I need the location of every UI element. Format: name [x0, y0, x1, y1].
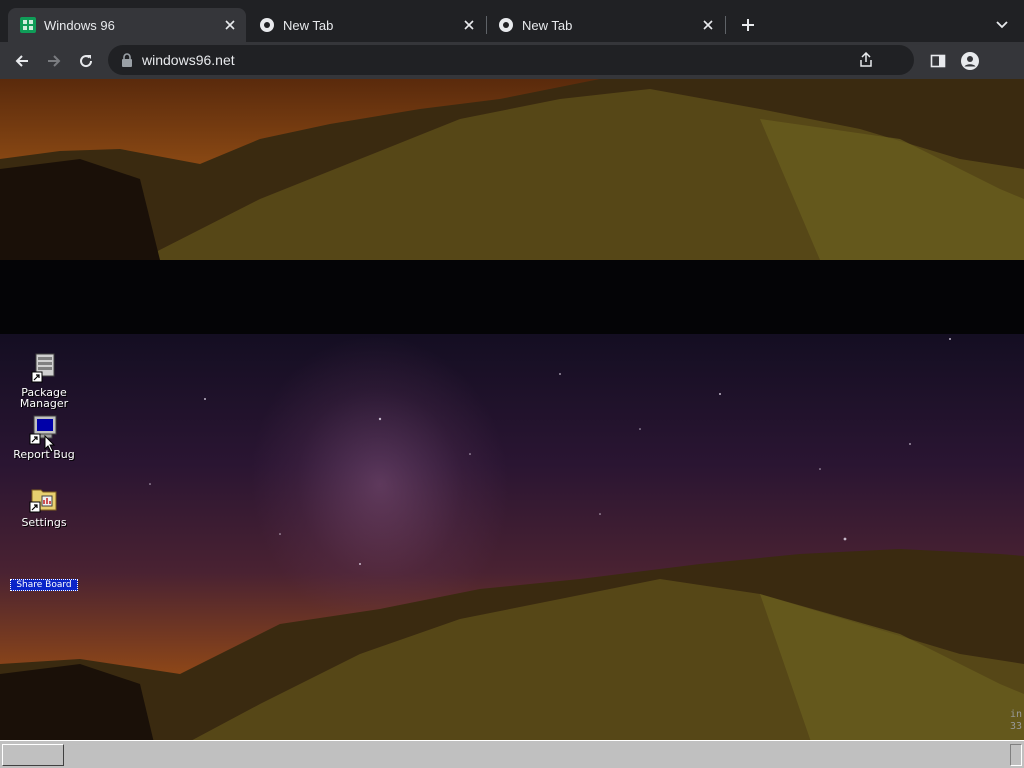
- tab-new-tab-1[interactable]: New Tab: [247, 8, 485, 42]
- web-page: Package Manager Report Bug Settings Shar…: [0, 79, 1024, 768]
- taskbar: [0, 740, 1024, 768]
- reload-icon: [80, 55, 93, 68]
- wallpaper-top: [0, 79, 1024, 260]
- profile-avatar-icon: [961, 52, 979, 70]
- share-icon[interactable]: [858, 52, 874, 68]
- chrome-icon: [260, 18, 274, 32]
- url-text: windows96.net: [142, 52, 235, 68]
- chrome-icon: [499, 18, 513, 32]
- tab-new-tab-2[interactable]: New Tab: [486, 8, 724, 42]
- profile-button[interactable]: [960, 51, 980, 71]
- icon-label: Manager: [19, 397, 69, 410]
- starfield-and-mountains: [0, 338, 1024, 768]
- settings-folder-icon: [29, 489, 57, 513]
- icon-label: Settings: [21, 516, 67, 529]
- lock-icon: [122, 53, 132, 67]
- side-panel-icon: [930, 54, 946, 68]
- close-tab-icon[interactable]: [700, 17, 716, 33]
- browser-toolbar: windows96.net: [0, 42, 1024, 79]
- wallpaper-bottom: [0, 334, 1024, 768]
- mouse-cursor-icon: [44, 435, 56, 453]
- tab-title: New Tab: [522, 17, 573, 33]
- reload-button[interactable]: [72, 47, 100, 75]
- corner-text: in 33: [1010, 709, 1022, 733]
- tab-title: New Tab: [283, 17, 334, 33]
- address-bar[interactable]: windows96.net: [108, 45, 914, 75]
- mountain-silhouette: [0, 79, 1024, 260]
- package-manager-icon: [31, 353, 55, 383]
- start-button[interactable]: [2, 744, 64, 766]
- corner-text-line: 33: [1009, 721, 1022, 732]
- desktop-icon-package-manager[interactable]: Package Manager: [9, 352, 79, 409]
- corner-text-line: in: [1009, 709, 1022, 720]
- close-tab-icon[interactable]: [222, 17, 238, 33]
- back-button[interactable]: [8, 47, 36, 75]
- tab-separator: [725, 16, 726, 34]
- tab-windows96[interactable]: Windows 96: [8, 8, 246, 42]
- plus-icon: [742, 19, 754, 31]
- side-panel-button[interactable]: [928, 51, 948, 71]
- forward-button[interactable]: [40, 47, 68, 75]
- desktop-icon-settings[interactable]: Settings: [9, 482, 79, 528]
- tab-search-button[interactable]: [990, 13, 1014, 37]
- wallpaper-gap: [0, 260, 1024, 334]
- system-tray[interactable]: [1010, 744, 1022, 766]
- new-tab-button[interactable]: [736, 13, 760, 37]
- tab-strip: Windows 96 New Tab New Tab: [0, 0, 1024, 42]
- windows96-favicon-icon: [20, 17, 36, 33]
- desktop-icon-share-board-label[interactable]: Share Board: [10, 579, 78, 591]
- close-tab-icon[interactable]: [461, 17, 477, 33]
- chevron-down-icon: [996, 21, 1008, 29]
- tab-title: Windows 96: [44, 17, 115, 33]
- arrow-right-icon: [48, 55, 61, 67]
- arrow-left-icon: [15, 55, 28, 67]
